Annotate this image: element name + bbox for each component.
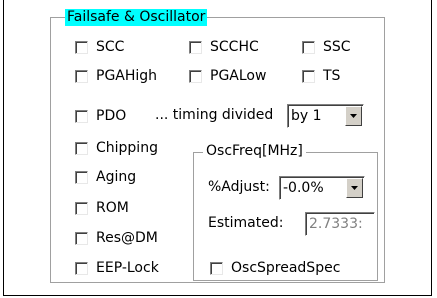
adjust-label: %Adjust:	[208, 179, 270, 195]
checkbox-box[interactable]	[75, 170, 88, 184]
estimated-field: 2.7333:	[305, 212, 375, 236]
timing-label: ... timing divided	[155, 107, 274, 123]
estimated-label: Estimated:	[208, 215, 284, 231]
checkbox-box[interactable]	[189, 69, 202, 83]
checkbox-chipping[interactable]: Chipping	[75, 140, 158, 156]
checkbox-label: PGALow	[210, 68, 267, 84]
checkbox-resdm[interactable]: Res@DM	[75, 230, 158, 246]
checkbox-pgalow[interactable]: PGALow	[189, 68, 266, 84]
chevron-down-icon[interactable]	[345, 106, 362, 126]
checkbox-scc[interactable]: SCC	[75, 39, 124, 55]
checkbox-scchc[interactable]: SCCHC	[189, 39, 259, 55]
checkbox-rom[interactable]: ROM	[75, 200, 129, 216]
oscfreq-group-title: OscFreq[MHz]	[203, 143, 306, 160]
checkbox-eeplock[interactable]: EEP-Lock	[75, 260, 159, 276]
checkbox-ts[interactable]: TS	[302, 68, 340, 84]
checkbox-label: SSC	[323, 39, 351, 55]
checkbox-box[interactable]	[75, 141, 88, 155]
checkbox-box[interactable]	[302, 40, 315, 54]
checkbox-label: PGAHigh	[96, 68, 158, 84]
checkbox-box[interactable]	[75, 231, 88, 245]
checkbox-label: SCC	[96, 39, 125, 55]
checkbox-label: OscSpreadSpec	[231, 260, 341, 276]
checkbox-box[interactable]	[75, 201, 88, 215]
checkbox-label: SCCHC	[210, 39, 259, 55]
checkbox-pgahigh[interactable]: PGAHigh	[75, 68, 157, 84]
checkbox-box[interactable]	[210, 261, 223, 275]
checkbox-label: Res@DM	[96, 230, 158, 246]
adjust-value: -0.0%	[283, 180, 324, 196]
checkbox-box[interactable]	[302, 69, 315, 83]
checkbox-label: TS	[323, 68, 341, 84]
checkbox-label: Aging	[96, 169, 137, 185]
checkbox-box[interactable]	[75, 69, 88, 83]
adjust-select[interactable]: -0.0%	[279, 176, 365, 200]
chevron-down-icon[interactable]	[346, 178, 363, 198]
checkbox-box[interactable]	[75, 109, 88, 123]
checkbox-ssc[interactable]: SSC	[302, 39, 351, 55]
panel-title: Failsafe & Oscillator	[65, 9, 208, 26]
checkbox-label: Chipping	[96, 140, 158, 156]
checkbox-label: EEP-Lock	[96, 260, 159, 276]
checkbox-label: PDO	[96, 108, 127, 124]
checkbox-label: ROM	[96, 200, 129, 216]
checkbox-pdo[interactable]: PDO	[75, 108, 126, 124]
checkbox-aging[interactable]: Aging	[75, 169, 136, 185]
checkbox-box[interactable]	[189, 40, 202, 54]
timing-divider-select[interactable]: by 1	[287, 104, 364, 128]
timing-divider-value: by 1	[291, 108, 322, 124]
checkbox-oscspreadspec[interactable]: OscSpreadSpec	[210, 260, 340, 276]
checkbox-box[interactable]	[75, 40, 88, 54]
checkbox-box[interactable]	[75, 261, 88, 275]
